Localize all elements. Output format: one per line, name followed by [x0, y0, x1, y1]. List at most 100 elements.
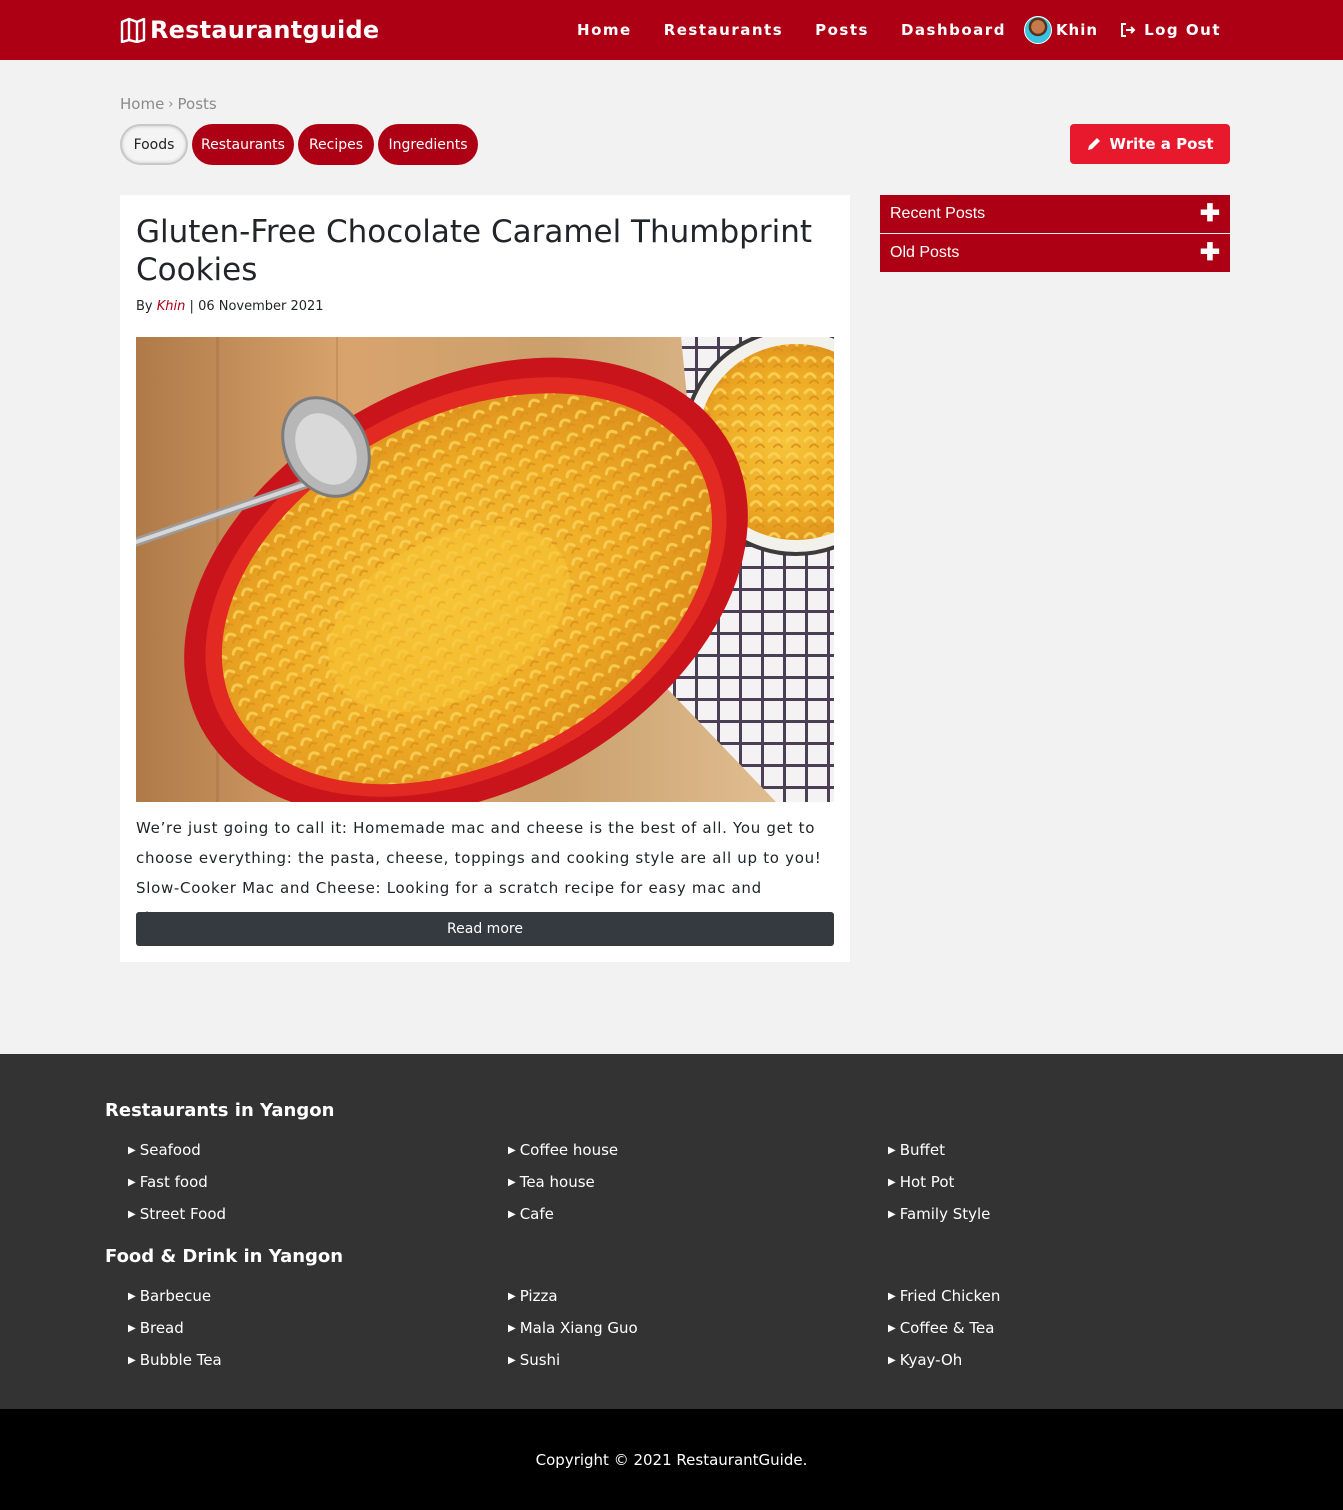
caret-right-icon: ▶ — [128, 1322, 136, 1334]
nav-dashboard[interactable]: Dashboard — [901, 21, 1006, 39]
footer-link-label: Mala Xiang Guo — [519, 1319, 638, 1337]
caret-right-icon: ▶ — [508, 1322, 516, 1334]
logout-label: Log Out — [1144, 21, 1221, 39]
user-name: Khin — [1055, 21, 1099, 39]
caret-right-icon: ▶ — [888, 1322, 896, 1334]
mac-and-cheese-photo — [136, 337, 834, 802]
restaurants-heading: Restaurants in Yangon — [105, 1100, 335, 1121]
post-author[interactable]: Khin — [157, 299, 186, 314]
sign-out-icon — [1121, 23, 1136, 37]
caret-right-icon: ▶ — [128, 1354, 136, 1366]
footer-link-label: Hot Pot — [899, 1173, 955, 1191]
nav-user-profile[interactable]: Khin — [1023, 16, 1099, 44]
copyright-bar: Copyright © 2021 RestaurantGuide. — [0, 1409, 1343, 1510]
caret-right-icon: ▶ — [508, 1290, 516, 1302]
nav-restaurants[interactable]: Restaurants — [664, 21, 783, 39]
footer-link-bread[interactable]: ▶ Bread — [128, 1319, 184, 1337]
plus-icon: ✚ — [1199, 200, 1220, 227]
footer-link-label: Pizza — [519, 1287, 558, 1305]
footer-link-family-style[interactable]: ▶ Family Style — [888, 1205, 990, 1223]
footer-link-label: Kyay-Oh — [899, 1351, 963, 1369]
caret-right-icon: ▶ — [888, 1176, 896, 1188]
footer-link-label: Fast food — [139, 1173, 208, 1191]
nav-links: Home Restaurants Posts Dashboard Khin Lo… — [577, 0, 1221, 60]
footer-link-label: Seafood — [139, 1141, 201, 1159]
footer-link-label: Family Style — [899, 1205, 991, 1223]
top-navbar: Restaurantguide Home Restaurants Posts D… — [0, 0, 1343, 60]
footer-link-fast-food[interactable]: ▶ Fast food — [128, 1173, 208, 1191]
footer-link-cafe[interactable]: ▶ Cafe — [508, 1205, 554, 1223]
footer-link-coffee-house[interactable]: ▶ Coffee house — [508, 1141, 618, 1159]
footer-link-pizza[interactable]: ▶ Pizza — [508, 1287, 558, 1305]
write-post-label: Write a Post — [1109, 135, 1214, 153]
caret-right-icon: ▶ — [128, 1208, 136, 1220]
post-title[interactable]: Gluten-Free Chocolate Caramel Thumbprint… — [136, 213, 816, 289]
footer-link-coffee-tea[interactable]: ▶ Coffee & Tea — [888, 1319, 994, 1337]
footer-link-label: Sushi — [519, 1351, 561, 1369]
footer-link-street-food[interactable]: ▶ Street Food — [128, 1205, 226, 1223]
tab-restaurants[interactable]: Restaurants — [192, 124, 294, 165]
caret-right-icon: ▶ — [128, 1176, 136, 1188]
caret-right-icon: ▶ — [508, 1176, 516, 1188]
caret-right-icon: ▶ — [508, 1144, 516, 1156]
avatar — [1023, 16, 1052, 44]
footer-link-label: Street Food — [139, 1205, 227, 1223]
footer-link-bubble-tea[interactable]: ▶ Bubble Tea — [128, 1351, 222, 1369]
footer: Restaurants in Yangon ▶ Seafood ▶ Coffee h… — [0, 1054, 1343, 1409]
copyright-text: Copyright © 2021 RestaurantGuide. — [535, 1450, 808, 1469]
chevron-right-icon: › — [168, 96, 174, 112]
old-posts-label: Old Posts — [890, 244, 960, 261]
tab-recipes[interactable]: Recipes — [298, 124, 374, 165]
recent-posts-toggle[interactable]: Recent Posts ✚ — [880, 195, 1230, 233]
by-label: By — [136, 299, 153, 314]
brand-logo-link[interactable]: Restaurantguide — [120, 14, 379, 46]
caret-right-icon: ▶ — [128, 1290, 136, 1302]
food-drink-heading: Food & Drink in Yangon — [105, 1246, 344, 1267]
read-more-button[interactable]: Read more — [136, 912, 834, 946]
footer-link-label: Cafe — [519, 1205, 554, 1223]
post-card: Gluten-Free Chocolate Caramel Thumbprint… — [120, 195, 850, 962]
sidebar-accordion: Recent Posts ✚ Old Posts ✚ — [880, 195, 1230, 273]
tab-foods[interactable]: Foods — [120, 124, 188, 165]
recent-posts-label: Recent Posts — [890, 205, 986, 222]
caret-right-icon: ▶ — [888, 1354, 896, 1366]
footer-link-label: Bread — [139, 1319, 184, 1337]
caret-right-icon: ▶ — [888, 1144, 896, 1156]
breadcrumb-home[interactable]: Home — [120, 95, 164, 113]
footer-link-label: Fried Chicken — [899, 1287, 1001, 1305]
map-book-icon — [120, 17, 146, 43]
footer-link-mala-xiang-guo[interactable]: ▶ Mala Xiang Guo — [508, 1319, 638, 1337]
footer-link-barbecue[interactable]: ▶ Barbecue — [128, 1287, 211, 1305]
footer-link-buffet[interactable]: ▶ Buffet — [888, 1141, 945, 1159]
meta-separator: | — [189, 299, 194, 314]
footer-link-sushi[interactable]: ▶ Sushi — [508, 1351, 560, 1369]
tab-ingredients[interactable]: Ingredients — [378, 124, 478, 165]
footer-link-label: Barbecue — [139, 1287, 212, 1305]
nav-posts[interactable]: Posts — [815, 21, 869, 39]
nav-home[interactable]: Home — [577, 21, 632, 39]
footer-link-hot-pot[interactable]: ▶ Hot Pot — [888, 1173, 954, 1191]
caret-right-icon: ▶ — [508, 1354, 516, 1366]
footer-link-kyay-oh[interactable]: ▶ Kyay-Oh — [888, 1351, 962, 1369]
footer-link-label: Buffet — [899, 1141, 945, 1159]
footer-link-tea-house[interactable]: ▶ Tea house — [508, 1173, 595, 1191]
footer-link-label: Tea house — [519, 1173, 595, 1191]
footer-link-label: Coffee & Tea — [899, 1319, 995, 1337]
footer-link-fried-chicken[interactable]: ▶ Fried Chicken — [888, 1287, 1000, 1305]
logout-link[interactable]: Log Out — [1120, 21, 1221, 39]
brand-name: Restaurantguide — [150, 16, 380, 44]
caret-right-icon: ▶ — [888, 1208, 896, 1220]
caret-right-icon: ▶ — [128, 1144, 136, 1156]
post-meta: By Khin | 06 November 2021 — [136, 299, 324, 314]
category-tabs: Foods Restaurants Recipes Ingredients — [120, 124, 482, 165]
plus-icon: ✚ — [1199, 239, 1220, 266]
footer-link-seafood[interactable]: ▶ Seafood — [128, 1141, 201, 1159]
footer-link-label: Bubble Tea — [139, 1351, 222, 1369]
post-image[interactable] — [136, 337, 834, 802]
footer-link-label: Coffee house — [519, 1141, 619, 1159]
write-post-button[interactable]: Write a Post — [1070, 124, 1230, 164]
pencil-icon — [1088, 137, 1101, 150]
breadcrumb-current: Posts — [177, 95, 217, 113]
breadcrumb: Home › Posts — [120, 95, 217, 113]
old-posts-toggle[interactable]: Old Posts ✚ — [880, 234, 1230, 272]
